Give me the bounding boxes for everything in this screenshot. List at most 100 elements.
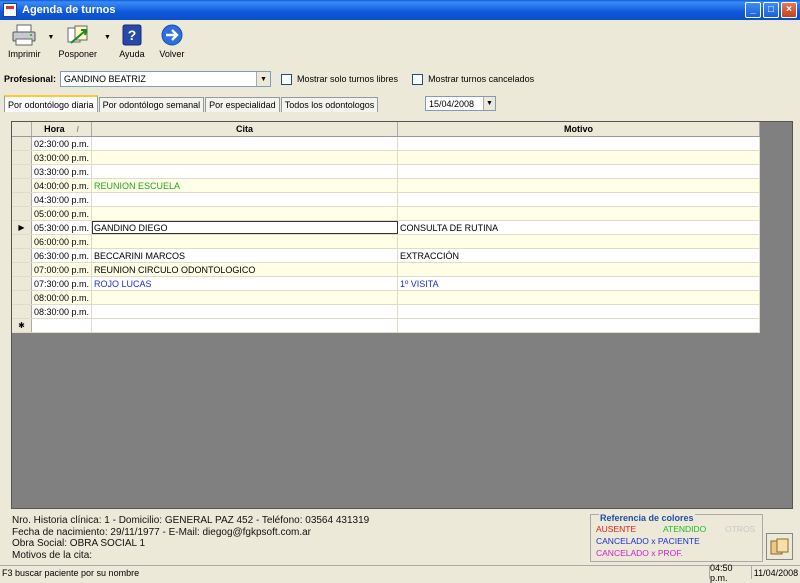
legend-otros: OTROS bbox=[725, 524, 756, 534]
cell-motivo[interactable] bbox=[398, 137, 760, 150]
cell-motivo[interactable] bbox=[398, 193, 760, 206]
postpone-dropdown-icon[interactable]: ▼ bbox=[104, 34, 111, 41]
toolbar: Imprimir ▼ Posponer ▼ ? Ayuda Volver bbox=[0, 20, 800, 64]
show-cancelled-box[interactable] bbox=[412, 73, 424, 85]
row-selector[interactable] bbox=[12, 137, 32, 150]
table-row[interactable]: 04:00:00 p.m. REUNION ESCUELA bbox=[12, 179, 760, 193]
cell-cita[interactable] bbox=[92, 151, 398, 164]
cell-cita[interactable]: ROJO LUCAS bbox=[92, 277, 398, 290]
cell-cita[interactable] bbox=[92, 319, 398, 332]
cell-motivo[interactable] bbox=[398, 179, 760, 192]
cell-hora[interactable]: 08:00:00 p.m. bbox=[32, 291, 92, 304]
table-row[interactable]: 02:30:00 p.m. bbox=[12, 137, 760, 151]
row-selector[interactable] bbox=[12, 291, 32, 304]
cell-hora[interactable]: 06:30:00 p.m. bbox=[32, 249, 92, 262]
row-selector[interactable] bbox=[12, 193, 32, 206]
maximize-button[interactable]: □ bbox=[763, 2, 779, 18]
cell-hora[interactable]: 05:00:00 p.m. bbox=[32, 207, 92, 220]
table-row[interactable]: 08:30:00 p.m. bbox=[12, 305, 760, 319]
close-button[interactable]: × bbox=[781, 2, 797, 18]
cell-motivo[interactable] bbox=[398, 151, 760, 164]
cell-cita[interactable] bbox=[92, 137, 398, 150]
cell-motivo[interactable] bbox=[398, 165, 760, 178]
cell-cita[interactable] bbox=[92, 207, 398, 220]
cell-motivo[interactable] bbox=[398, 207, 760, 220]
row-selector[interactable]: ▶ bbox=[12, 221, 32, 234]
row-selector[interactable] bbox=[12, 263, 32, 276]
tab-odontologo-semanal[interactable]: Por odontólogo semanal bbox=[98, 97, 205, 112]
cell-cita[interactable] bbox=[92, 305, 398, 318]
row-selector[interactable] bbox=[12, 207, 32, 220]
tab-odontologo-diaria[interactable]: Por odontólogo diaria bbox=[4, 95, 98, 112]
row-selector[interactable] bbox=[12, 277, 32, 290]
row-selector[interactable] bbox=[12, 235, 32, 248]
cell-cita[interactable] bbox=[92, 291, 398, 304]
row-selector[interactable] bbox=[12, 165, 32, 178]
cell-motivo[interactable] bbox=[398, 263, 760, 276]
chevron-down-icon[interactable]: ▼ bbox=[483, 97, 495, 110]
cell-motivo[interactable]: CONSULTA DE RUTINA bbox=[398, 221, 760, 234]
minimize-button[interactable]: _ bbox=[745, 2, 761, 18]
cell-hora[interactable]: 02:30:00 p.m. bbox=[32, 137, 92, 150]
table-row[interactable]: 06:00:00 p.m. bbox=[12, 235, 760, 249]
row-selector[interactable] bbox=[12, 179, 32, 192]
free-only-checkbox[interactable]: Mostrar solo turnos libres bbox=[281, 73, 398, 85]
notes-button[interactable] bbox=[766, 533, 793, 560]
cell-cita[interactable] bbox=[92, 235, 398, 248]
cell-cita[interactable] bbox=[92, 193, 398, 206]
cell-hora[interactable]: 06:00:00 p.m. bbox=[32, 235, 92, 248]
cell-hora[interactable]: 07:00:00 p.m. bbox=[32, 263, 92, 276]
free-only-box[interactable] bbox=[281, 73, 293, 85]
new-row-icon: ✱ bbox=[12, 319, 32, 332]
table-row[interactable]: 07:00:00 p.m. REUNION CIRCULO ODONTOLOGIC… bbox=[12, 263, 760, 277]
tab-especialidad[interactable]: Por especialidad bbox=[205, 97, 280, 112]
new-row[interactable]: ✱ bbox=[12, 319, 760, 333]
tab-todos-odontologos[interactable]: Todos los odontologos bbox=[280, 97, 379, 112]
cell-motivo[interactable]: 1º VISITA bbox=[398, 277, 760, 290]
table-row[interactable]: 04:30:00 p.m. bbox=[12, 193, 760, 207]
table-row[interactable]: ▶ 05:30:00 p.m. GANDINO DIEGO CONSULTA DE R… bbox=[12, 221, 760, 235]
cell-hora[interactable]: 03:30:00 p.m. bbox=[32, 165, 92, 178]
back-button[interactable]: Volver bbox=[159, 20, 185, 59]
cell-hora[interactable]: 08:30:00 p.m. bbox=[32, 305, 92, 318]
profesional-select[interactable]: GANDINO BEATRIZ ▼ bbox=[60, 71, 272, 87]
table-row[interactable]: 08:00:00 p.m. bbox=[12, 291, 760, 305]
table-row[interactable]: 03:30:00 p.m. bbox=[12, 165, 760, 179]
print-dropdown-icon[interactable]: ▼ bbox=[48, 34, 55, 41]
cell-hora[interactable]: 05:30:00 p.m. bbox=[32, 221, 92, 234]
cell-motivo[interactable]: EXTRACCIÓN bbox=[398, 249, 760, 262]
postpone-button[interactable]: Posponer bbox=[58, 20, 97, 59]
appointments-grid: Hora / Cita Motivo 02:30:00 p.m. 03:00:00… bbox=[12, 122, 760, 333]
cell-hora[interactable] bbox=[32, 319, 92, 332]
column-header-hora[interactable]: Hora / bbox=[32, 122, 92, 136]
cell-hora[interactable]: 03:00:00 p.m. bbox=[32, 151, 92, 164]
cell-motivo[interactable] bbox=[398, 235, 760, 248]
cell-cita[interactable]: REUNION CIRCULO ODONTOLOGICO bbox=[92, 263, 398, 276]
back-label: Volver bbox=[159, 49, 185, 59]
cell-cita[interactable]: GANDINO DIEGO bbox=[92, 221, 398, 234]
cell-cita[interactable]: REUNION ESCUELA bbox=[92, 179, 398, 192]
row-selector[interactable] bbox=[12, 305, 32, 318]
column-header-motivo[interactable]: Motivo bbox=[398, 122, 760, 136]
show-cancelled-checkbox[interactable]: Mostrar turnos cancelados bbox=[412, 73, 534, 85]
chevron-down-icon[interactable]: ▼ bbox=[256, 72, 271, 86]
table-row[interactable]: 03:00:00 p.m. bbox=[12, 151, 760, 165]
row-selector[interactable] bbox=[12, 249, 32, 262]
cell-motivo[interactable] bbox=[398, 291, 760, 304]
cell-hora[interactable]: 04:30:00 p.m. bbox=[32, 193, 92, 206]
cell-hora[interactable]: 04:00:00 p.m. bbox=[32, 179, 92, 192]
cell-motivo[interactable] bbox=[398, 305, 760, 318]
cell-hora[interactable]: 07:30:00 p.m. bbox=[32, 277, 92, 290]
print-button[interactable]: Imprimir bbox=[8, 20, 41, 59]
cell-motivo[interactable] bbox=[398, 319, 760, 332]
row-selector[interactable] bbox=[12, 151, 32, 164]
table-row[interactable]: 07:30:00 p.m. ROJO LUCAS 1º VISITA bbox=[12, 277, 760, 291]
help-button[interactable]: ? Ayuda bbox=[119, 20, 145, 59]
grid-header: Hora / Cita Motivo bbox=[12, 122, 760, 137]
cell-cita[interactable] bbox=[92, 165, 398, 178]
date-picker[interactable]: 15/04/2008 ▼ bbox=[425, 96, 496, 111]
table-row[interactable]: 06:30:00 p.m. BECCARINI MARCOS EXTRACCIÓN bbox=[12, 249, 760, 263]
table-row[interactable]: 05:00:00 p.m. bbox=[12, 207, 760, 221]
cell-cita[interactable]: BECCARINI MARCOS bbox=[92, 249, 398, 262]
column-header-cita[interactable]: Cita bbox=[92, 122, 398, 136]
